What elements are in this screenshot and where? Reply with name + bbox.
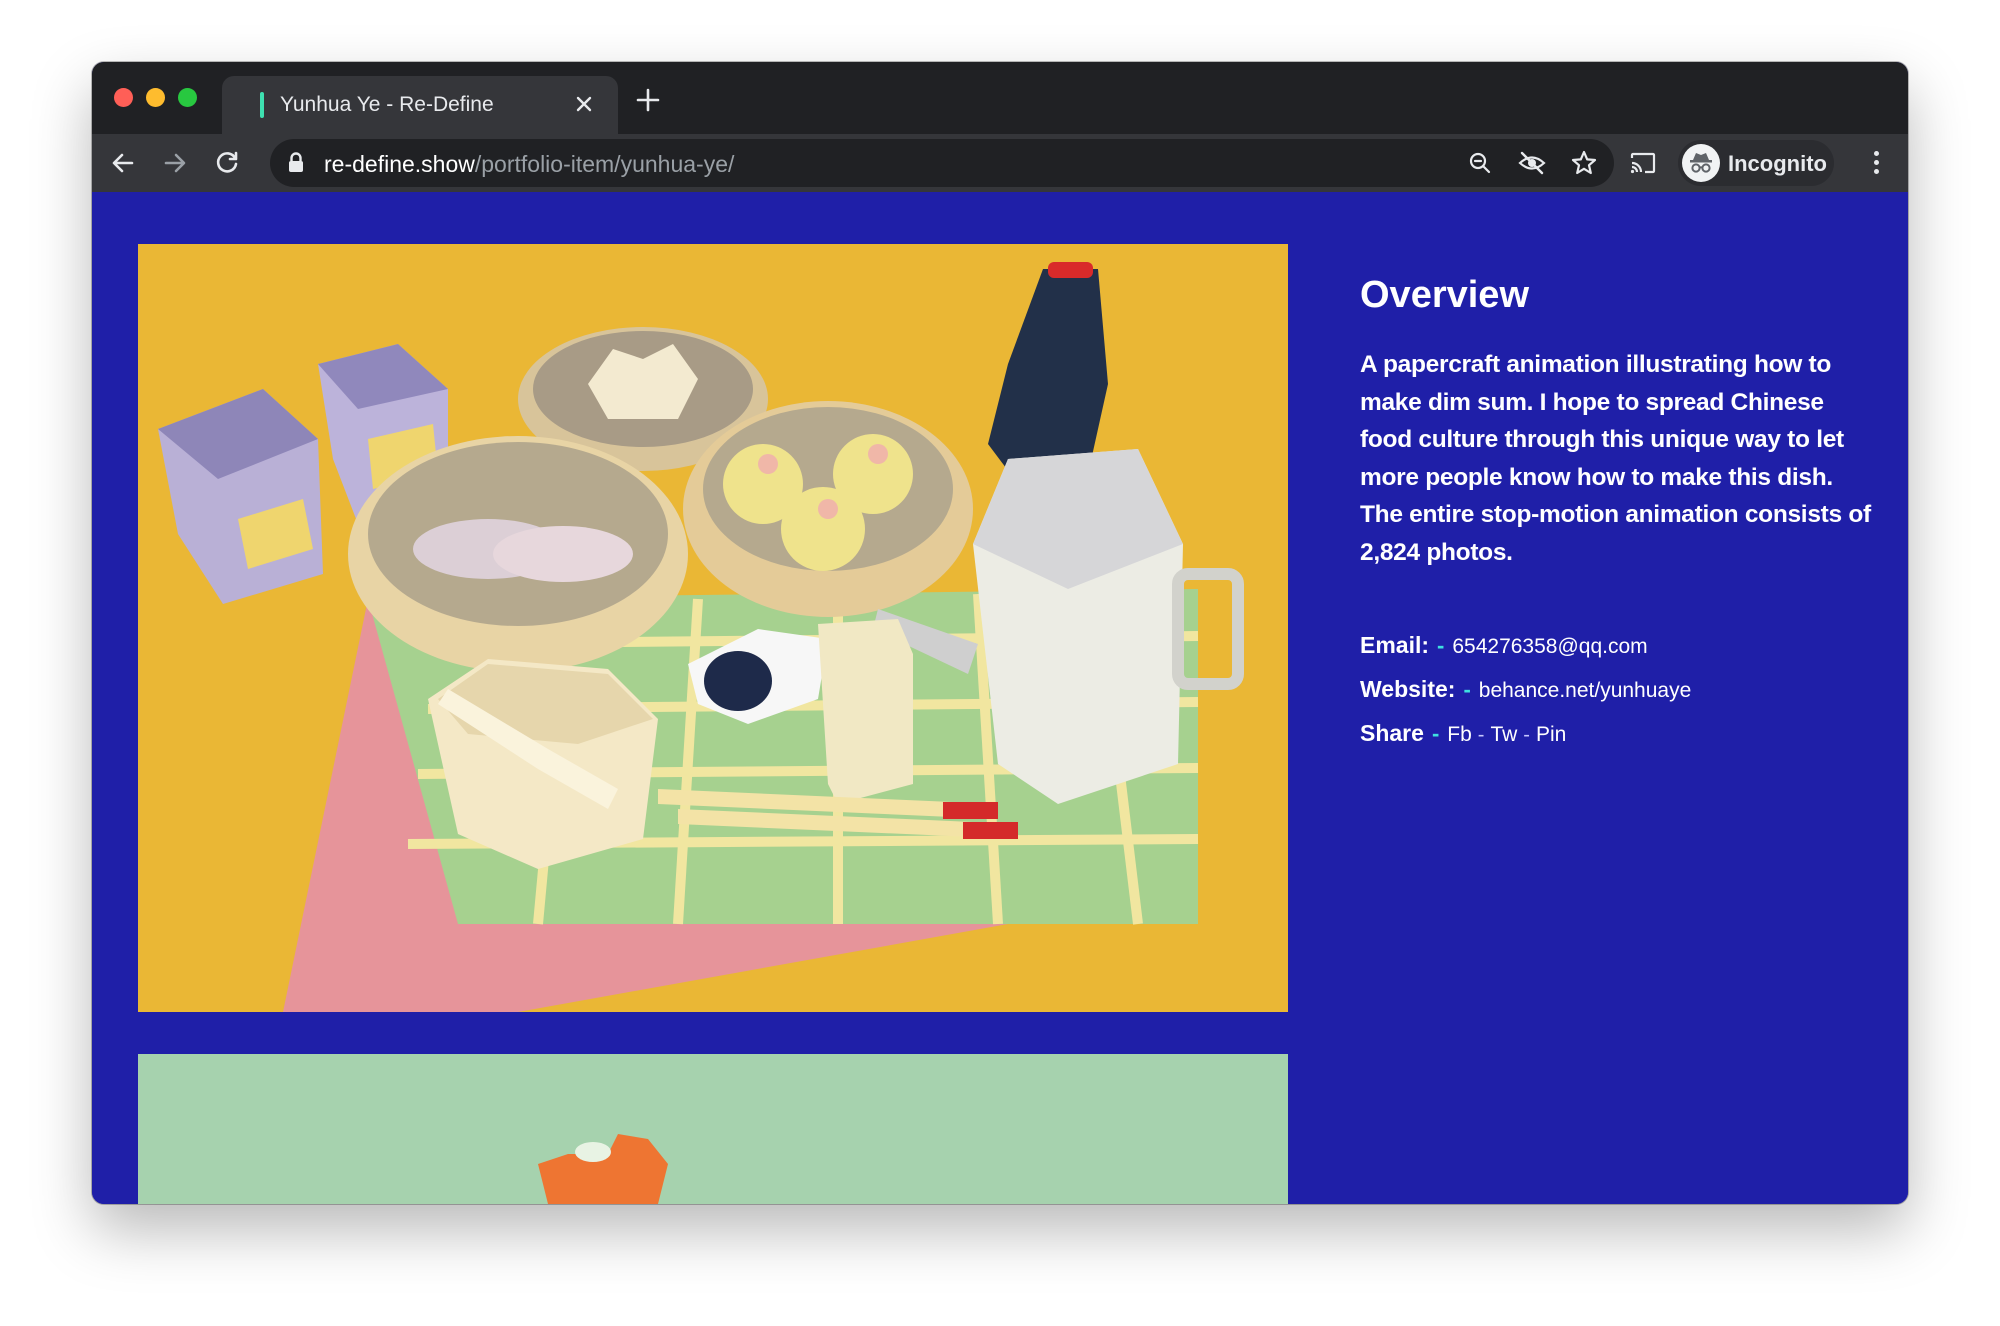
reload-icon [216, 151, 238, 173]
address-bar[interactable]: re-define.show/portfolio-item/yunhua-ye/ [270, 139, 1614, 187]
tracking-protection-icon[interactable] [1516, 147, 1548, 179]
portfolio-image-dim-sum[interactable] [138, 244, 1288, 1012]
website-dash: - [1463, 677, 1471, 702]
share-label: Share [1360, 720, 1424, 746]
tab-title: Yunhua Ye - Re-Define [280, 93, 494, 116]
overview-title: Overview [1360, 274, 1529, 316]
reload-button[interactable] [210, 146, 244, 180]
zoom-icon[interactable] [1464, 147, 1496, 179]
email-link[interactable]: 654276358@qq.com [1452, 635, 1647, 658]
cast-button[interactable] [1626, 146, 1660, 180]
plus-icon [636, 88, 660, 112]
share-link-fb[interactable]: Fb [1447, 723, 1472, 746]
kebab-menu-icon[interactable] [1864, 146, 1888, 180]
back-arrow-icon [112, 153, 134, 173]
forward-button[interactable] [158, 146, 192, 180]
website-link[interactable]: behance.net/yunhuaye [1479, 679, 1692, 702]
overview-description: A papercraft animation illustrating how … [1360, 351, 1871, 566]
cast-icon [1630, 152, 1656, 174]
share-row: Share - Fb - Tw - Pin [1360, 720, 1566, 747]
share-link-tw[interactable]: Tw [1490, 723, 1517, 746]
profile-label: Incognito [1728, 151, 1827, 176]
star-icon[interactable] [1568, 147, 1600, 179]
close-icon[interactable] [570, 90, 598, 118]
website-label: Website: [1360, 676, 1456, 702]
tab-strip: Yunhua Ye - Re-Define [92, 62, 1908, 134]
favicon-icon [260, 92, 264, 118]
lock-icon[interactable] [288, 152, 304, 179]
portfolio-image-second[interactable] [138, 1054, 1288, 1204]
share-dash: - [1431, 721, 1440, 746]
browser-window: Yunhua Ye - Re-Define re-define.show/por… [92, 62, 1908, 1204]
url-host: re-define.show [324, 151, 475, 177]
minimize-window-button[interactable] [146, 88, 165, 107]
incognito-icon [1682, 144, 1720, 182]
share-link-pin[interactable]: Pin [1536, 723, 1566, 746]
email-dash: - [1437, 633, 1445, 658]
email-row: Email: -654276358@qq.com [1360, 632, 1648, 659]
forward-arrow-icon [164, 153, 186, 173]
close-window-button[interactable] [114, 88, 133, 107]
back-button[interactable] [106, 146, 140, 180]
url-path: /portfolio-item/yunhua-ye/ [474, 151, 735, 177]
toolbar: re-define.show/portfolio-item/yunhua-ye/… [92, 134, 1908, 192]
share-separator: - [1477, 724, 1485, 746]
url-text: re-define.show/portfolio-item/yunhua-ye/ [324, 151, 734, 178]
new-tab-button[interactable] [630, 82, 666, 118]
email-label: Email: [1360, 632, 1430, 658]
website-row: Website: - behance.net/yunhuaye [1360, 676, 1691, 703]
tab-active[interactable]: Yunhua Ye - Re-Define [222, 76, 618, 134]
page-content: Overview A papercraft animation illustra… [92, 192, 1908, 1204]
zoom-window-button[interactable] [178, 88, 197, 107]
share-separator: - [1523, 724, 1530, 746]
profile-incognito-button[interactable]: Incognito [1678, 140, 1834, 186]
